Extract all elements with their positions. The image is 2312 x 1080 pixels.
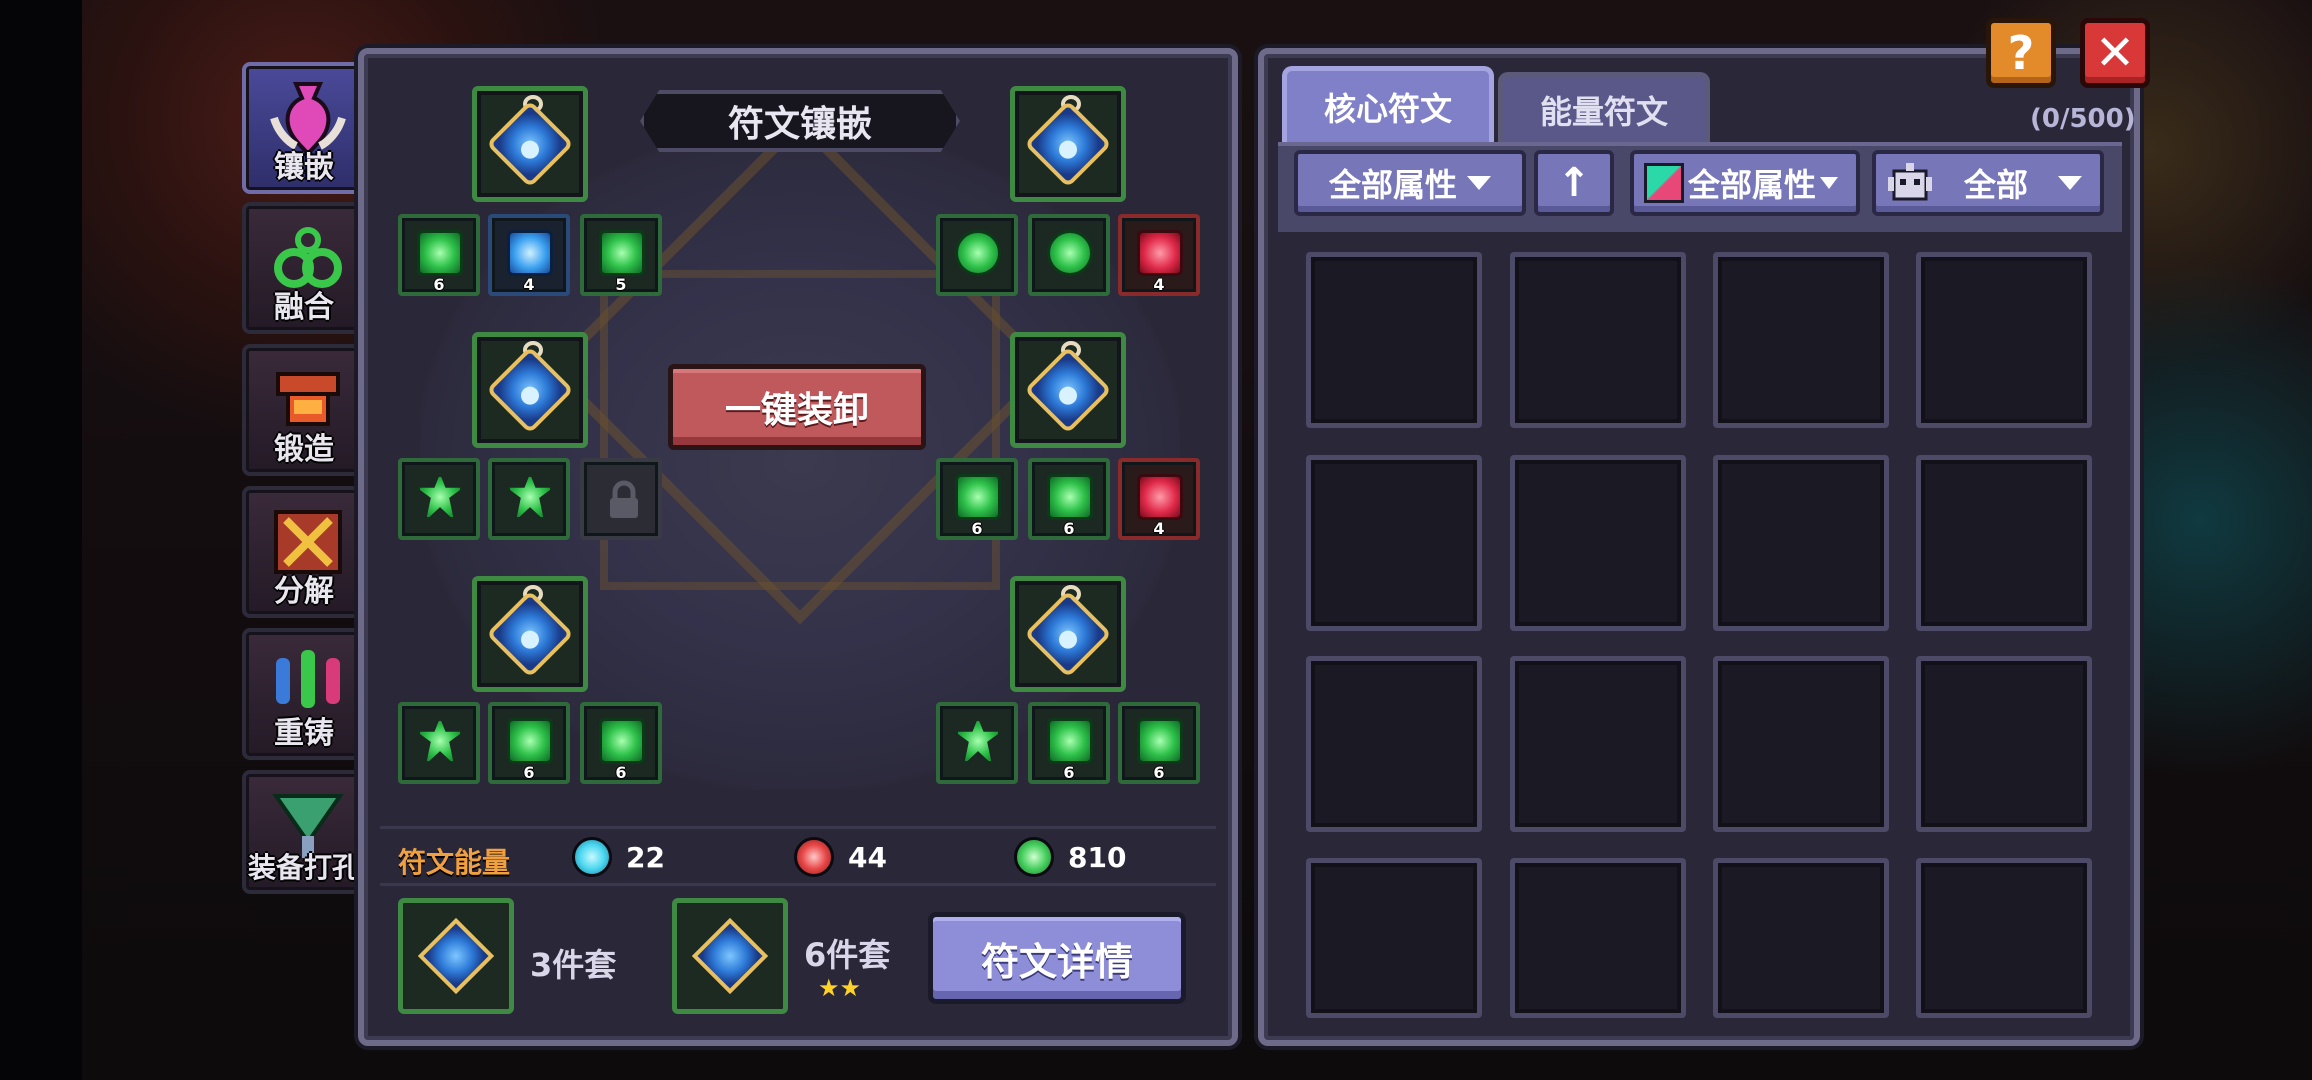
core-rune-slot[interactable] <box>1010 576 1126 692</box>
rune-slot[interactable]: 6 <box>1028 702 1110 784</box>
rune-slot[interactable] <box>936 214 1018 296</box>
panel-title: 符文镶嵌 <box>640 90 960 152</box>
core-rune-slot[interactable] <box>1010 86 1126 202</box>
inventory-slot[interactable] <box>1306 858 1482 1018</box>
chevron-down-icon <box>1467 176 1491 190</box>
rune-slot[interactable]: 6 <box>1118 702 1200 784</box>
inventory-slot[interactable] <box>1713 858 1889 1018</box>
rune-slot[interactable] <box>398 702 480 784</box>
inventory-slot[interactable] <box>1306 656 1482 832</box>
inventory-slot[interactable] <box>1916 455 2092 631</box>
chevron-down-icon <box>1820 177 1839 189</box>
color-attribute-filter-dropdown[interactable]: 全部属性 <box>1630 150 1860 216</box>
attribute-filter-dropdown[interactable]: 全部属性 <box>1294 150 1526 216</box>
lock-icon <box>610 480 638 518</box>
set-bonus-6-icon[interactable] <box>672 898 788 1014</box>
screen-edge <box>0 0 82 1080</box>
nav-recast[interactable]: 重铸 <box>242 628 366 760</box>
red-flame-icon <box>794 837 834 877</box>
nav-label: 分解 <box>274 574 334 609</box>
green-orb-icon <box>1014 837 1054 877</box>
inventory-slot[interactable] <box>1510 455 1686 631</box>
nav-fusion[interactable]: 融合 <box>242 202 366 334</box>
rune-slot[interactable]: 6 <box>936 458 1018 540</box>
core-rune-slot[interactable] <box>472 576 588 692</box>
sort-order-button[interactable]: ↑ <box>1534 150 1614 216</box>
nav-label: 锻造 <box>274 432 334 467</box>
rune-slot[interactable]: 4 <box>488 214 570 296</box>
color-swatch-icon <box>1644 163 1684 203</box>
inventory-slot[interactable] <box>1510 858 1686 1018</box>
set-bonus-6-label: 6件套 <box>804 936 891 974</box>
help-button[interactable]: ? <box>1986 18 2056 88</box>
inventory-slot[interactable] <box>1713 656 1889 832</box>
type-filter-dropdown[interactable]: 全部 <box>1872 150 2104 216</box>
rune-slot[interactable] <box>936 702 1018 784</box>
nav-decompose[interactable]: 分解 <box>242 486 366 618</box>
rune-slot[interactable] <box>488 458 570 540</box>
rune-slot[interactable] <box>398 458 480 540</box>
inventory-slot[interactable] <box>1306 252 1482 428</box>
nav-label: 重铸 <box>274 716 334 751</box>
core-rune-slot[interactable] <box>472 332 588 448</box>
rune-energy-bar: 符文能量 22 44 810 <box>380 826 1216 886</box>
set-bonus-3-label: 3件套 <box>530 946 617 984</box>
set-stars: ★★ <box>818 974 862 1002</box>
one-click-unequip-button[interactable]: 一键装卸 <box>668 364 926 450</box>
robot-head-icon <box>1886 159 1934 207</box>
rune-slot[interactable] <box>1028 214 1110 296</box>
nav-label: 镶嵌 <box>274 150 334 185</box>
rune-detail-button[interactable]: 符文详情 <box>928 912 1186 1004</box>
blue-diamond-icon <box>572 837 612 877</box>
inventory-slot[interactable] <box>1713 252 1889 428</box>
rune-slot[interactable]: 4 <box>1118 214 1200 296</box>
rune-slot[interactable]: 6 <box>580 702 662 784</box>
rune-slot[interactable]: 6 <box>488 702 570 784</box>
nav-label: 装备打孔 <box>247 851 360 884</box>
rune-slot[interactable]: 6 <box>398 214 480 296</box>
inventory-count: (0/500) <box>2030 104 2136 134</box>
arrow-up-icon: ↑ <box>1557 160 1591 206</box>
energy-label: 符文能量 <box>398 846 511 879</box>
rune-slot[interactable]: 4 <box>1118 458 1200 540</box>
energy-red: 44 <box>794 837 887 877</box>
chevron-down-icon <box>2058 176 2083 190</box>
energy-blue: 22 <box>572 837 665 877</box>
tab-energy-runes[interactable]: 能量符文 <box>1498 72 1710 142</box>
rune-slot[interactable]: 5 <box>580 214 662 296</box>
close-button[interactable]: ✕ <box>2080 18 2150 88</box>
inventory-slot[interactable] <box>1916 252 2092 428</box>
nav-socket-drill[interactable]: 装备打孔 <box>242 770 366 894</box>
rune-slot[interactable]: 6 <box>1028 458 1110 540</box>
tab-core-runes[interactable]: 核心符文 <box>1282 66 1494 142</box>
energy-green: 810 <box>1014 837 1126 877</box>
core-rune-slot[interactable] <box>472 86 588 202</box>
inventory-slot[interactable] <box>1916 656 2092 832</box>
inventory-slot[interactable] <box>1510 252 1686 428</box>
nav-label: 融合 <box>274 290 334 325</box>
inventory-slot[interactable] <box>1510 656 1686 832</box>
core-rune-slot[interactable] <box>1010 332 1126 448</box>
set-bonus-3-icon[interactable] <box>398 898 514 1014</box>
inventory-slot[interactable] <box>1916 858 2092 1018</box>
inventory-slot[interactable] <box>1306 455 1482 631</box>
nav-inlay[interactable]: 镶嵌 <box>242 62 366 194</box>
locked-rune-slot[interactable] <box>580 458 662 540</box>
inventory-slot[interactable] <box>1713 455 1889 631</box>
nav-forge[interactable]: 锻造 <box>242 344 366 476</box>
